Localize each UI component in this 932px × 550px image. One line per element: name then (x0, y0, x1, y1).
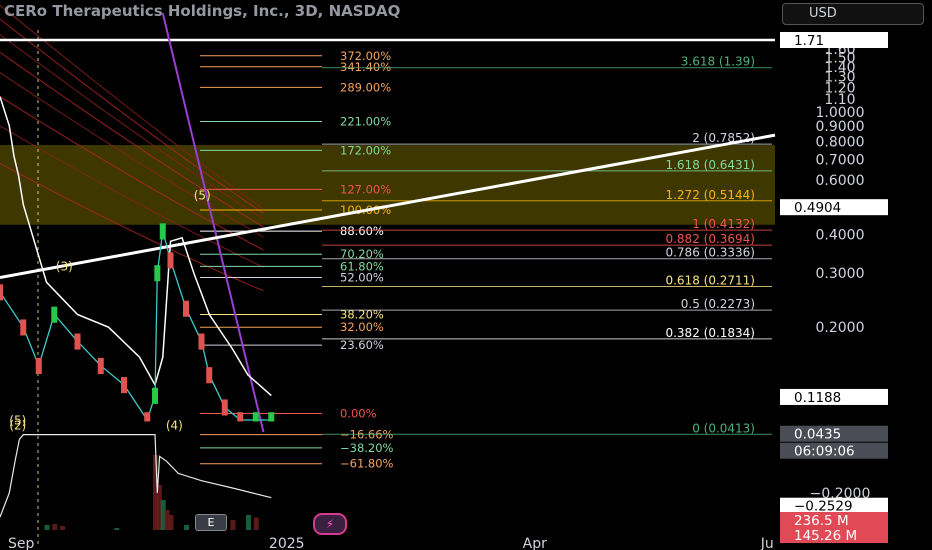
price-candle (35, 357, 42, 375)
price-axis-tick: 0.3000 (816, 266, 865, 282)
fib-extension-label: 221.00% (340, 115, 391, 129)
fib-extension-label: 0.00% (340, 406, 377, 420)
wave-label: (4) (166, 419, 183, 433)
fib-retracement-label: 0.382 (0.1834) (665, 326, 755, 340)
price-candle (221, 399, 228, 416)
price-marker-label: 1.71 (794, 33, 824, 49)
fib-extension-label: 23.60% (340, 338, 384, 352)
earnings-badge[interactable]: E (195, 514, 227, 531)
price-marker-label: 0.4904 (794, 200, 841, 216)
price-candle (97, 357, 104, 375)
volume-bar (52, 524, 58, 530)
price-candle (183, 300, 189, 317)
fib-retracement-label: 3.618 (1.39) (681, 55, 755, 69)
price-candle (20, 319, 27, 336)
price-axis-tick: 0.4000 (816, 227, 865, 243)
time-axis-label: Ju (760, 536, 774, 550)
fib-extension-label: 127.00% (340, 182, 391, 196)
fib-extension-label: 172.00% (340, 143, 391, 157)
fib-retracement-label: 0.5 (0.2273) (681, 297, 755, 311)
fib-retracement-label: 0.882 (0.3694) (665, 232, 755, 246)
price-candle (206, 367, 213, 384)
fib-extension-label: 32.00% (340, 320, 384, 334)
price-candle (198, 333, 205, 350)
volume-bar (230, 520, 236, 530)
volume-bar (168, 515, 174, 530)
price-candle (159, 223, 166, 240)
price-marker-label: 0.0435 (794, 427, 841, 443)
price-marker-label: 236.5 M (794, 513, 849, 529)
fib-extension-label: −61.80% (340, 457, 394, 471)
fib-retracement-label: 0.618 (0.2711) (665, 274, 755, 288)
price-candle (268, 412, 275, 422)
price-candle (167, 252, 174, 269)
volume-bar (184, 525, 189, 530)
fib-retracement-label: 1.272 (0.5144) (665, 188, 755, 202)
volume-bar (114, 528, 120, 530)
price-candle (51, 306, 58, 323)
price-axis-tick: 0.2000 (816, 320, 865, 336)
fib-extension-label: −38.20% (340, 441, 394, 455)
fib-extension-label: 52.00% (340, 270, 384, 284)
oscillator-line (0, 434, 272, 518)
volume-bar (253, 517, 259, 530)
chart-container: 372.00% 341.40% 289.00% 221.00% 172.00% 127.0… (0, 0, 932, 550)
price-axis-tick: 0.7000 (816, 153, 865, 169)
currency-button[interactable]: USD (782, 3, 924, 25)
price-candle (74, 333, 81, 350)
fib-retracement-label: 0.786 (0.3336) (665, 246, 755, 260)
price-candle (154, 265, 161, 282)
price-candle (144, 412, 151, 422)
volume-bar (246, 515, 251, 530)
price-line (0, 230, 272, 422)
wave-label: (5) (194, 188, 211, 202)
fib-retracement-label: 1.618 (0.6431) (665, 158, 755, 172)
chart-title: CERo Therapeutics Holdings, Inc., 3D, NA… (4, 2, 401, 20)
price-candle (121, 377, 127, 394)
fib-extension-label: 289.00% (340, 80, 391, 94)
price-candle (252, 412, 259, 422)
time-axis-label: Apr (523, 536, 547, 550)
price-chart[interactable]: 372.00%341.40%289.00%221.00%172.00%127.0… (0, 0, 932, 550)
price-marker-label: 06:09:06 (794, 444, 855, 460)
fib-extension-label: 88.60% (340, 224, 384, 238)
price-candle (0, 284, 3, 301)
volume-bar (44, 525, 50, 530)
wave-label: (2) (9, 419, 26, 433)
fib-retracement-label: 1 (0.4132) (692, 217, 755, 231)
lightning-icon[interactable]: ⚡ (313, 513, 347, 535)
price-marker-label: 145.26 M (794, 528, 857, 544)
price-candle (237, 412, 244, 422)
time-axis-label: Sep (8, 536, 35, 550)
volume-bar (60, 526, 65, 530)
wave-label: (3) (56, 260, 73, 274)
price-axis-tick: 0.8000 (816, 135, 865, 151)
price-candle (152, 387, 158, 404)
price-axis-tick: 0.9000 (816, 119, 865, 135)
indicator-line (0, 96, 272, 397)
price-axis-tick: 0.6000 (816, 173, 865, 189)
time-axis-label: 2025 (269, 536, 305, 550)
fib-extension-label: 341.40% (340, 60, 391, 74)
price-marker-label: 0.1188 (794, 390, 841, 406)
fib-retracement-label: 0 (0.0413) (692, 421, 755, 435)
